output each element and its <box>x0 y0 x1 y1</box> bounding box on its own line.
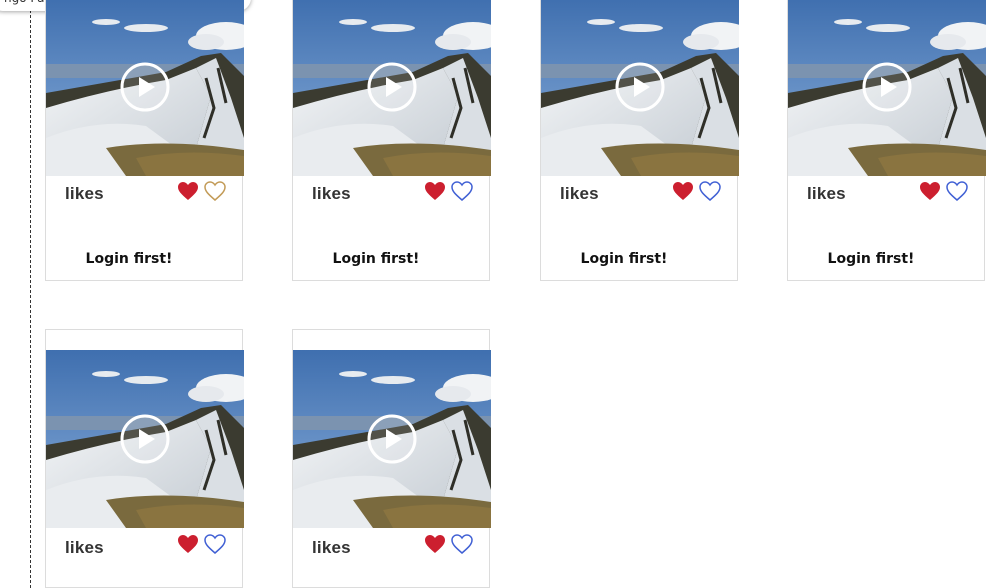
video-card: likes Login first! <box>292 0 491 281</box>
login-first-text: Login first! <box>85 251 173 267</box>
likes-label: likes <box>65 184 104 203</box>
editor-dashed-guide <box>30 0 31 588</box>
heart-outline-icon[interactable] <box>699 181 721 201</box>
play-icon[interactable] <box>120 62 170 112</box>
video-card: likes Login first! <box>787 0 986 281</box>
login-first-text: Login first! <box>827 251 915 267</box>
heart-filled-icon[interactable] <box>672 181 694 201</box>
likes-label: likes <box>65 538 104 557</box>
video-thumbnail[interactable] <box>541 0 739 176</box>
likes-label: likes <box>560 184 599 203</box>
heart-filled-icon[interactable] <box>424 534 446 554</box>
heart-outline-icon[interactable] <box>204 534 226 554</box>
heart-outline-icon[interactable] <box>946 181 968 201</box>
heart-filled-icon[interactable] <box>424 181 446 201</box>
video-card: likes Login first! <box>540 0 739 281</box>
video-thumbnail[interactable] <box>293 350 491 528</box>
heart-filled-icon[interactable] <box>177 181 199 201</box>
likes-label: likes <box>312 184 351 203</box>
video-card: likes <box>292 329 491 588</box>
play-icon[interactable] <box>862 62 912 112</box>
heart-filled-icon[interactable] <box>919 181 941 201</box>
heart-outline-icon[interactable] <box>451 534 473 554</box>
play-icon[interactable] <box>367 62 417 112</box>
play-icon[interactable] <box>120 414 170 464</box>
likes-label: likes <box>807 184 846 203</box>
play-icon[interactable] <box>367 414 417 464</box>
heart-filled-icon[interactable] <box>177 534 199 554</box>
login-first-text: Login first! <box>332 251 420 267</box>
video-thumbnail[interactable] <box>46 350 244 528</box>
video-card: likes Login first! <box>45 0 244 281</box>
heart-outline-icon[interactable] <box>451 181 473 201</box>
login-first-text: Login first! <box>580 251 668 267</box>
video-thumbnail[interactable] <box>293 0 491 176</box>
video-thumbnail[interactable] <box>788 0 986 176</box>
play-icon[interactable] <box>615 62 665 112</box>
heart-outline-icon[interactable] <box>204 181 226 201</box>
video-thumbnail[interactable] <box>46 0 244 176</box>
video-card: likes <box>45 329 244 588</box>
likes-label: likes <box>312 538 351 557</box>
